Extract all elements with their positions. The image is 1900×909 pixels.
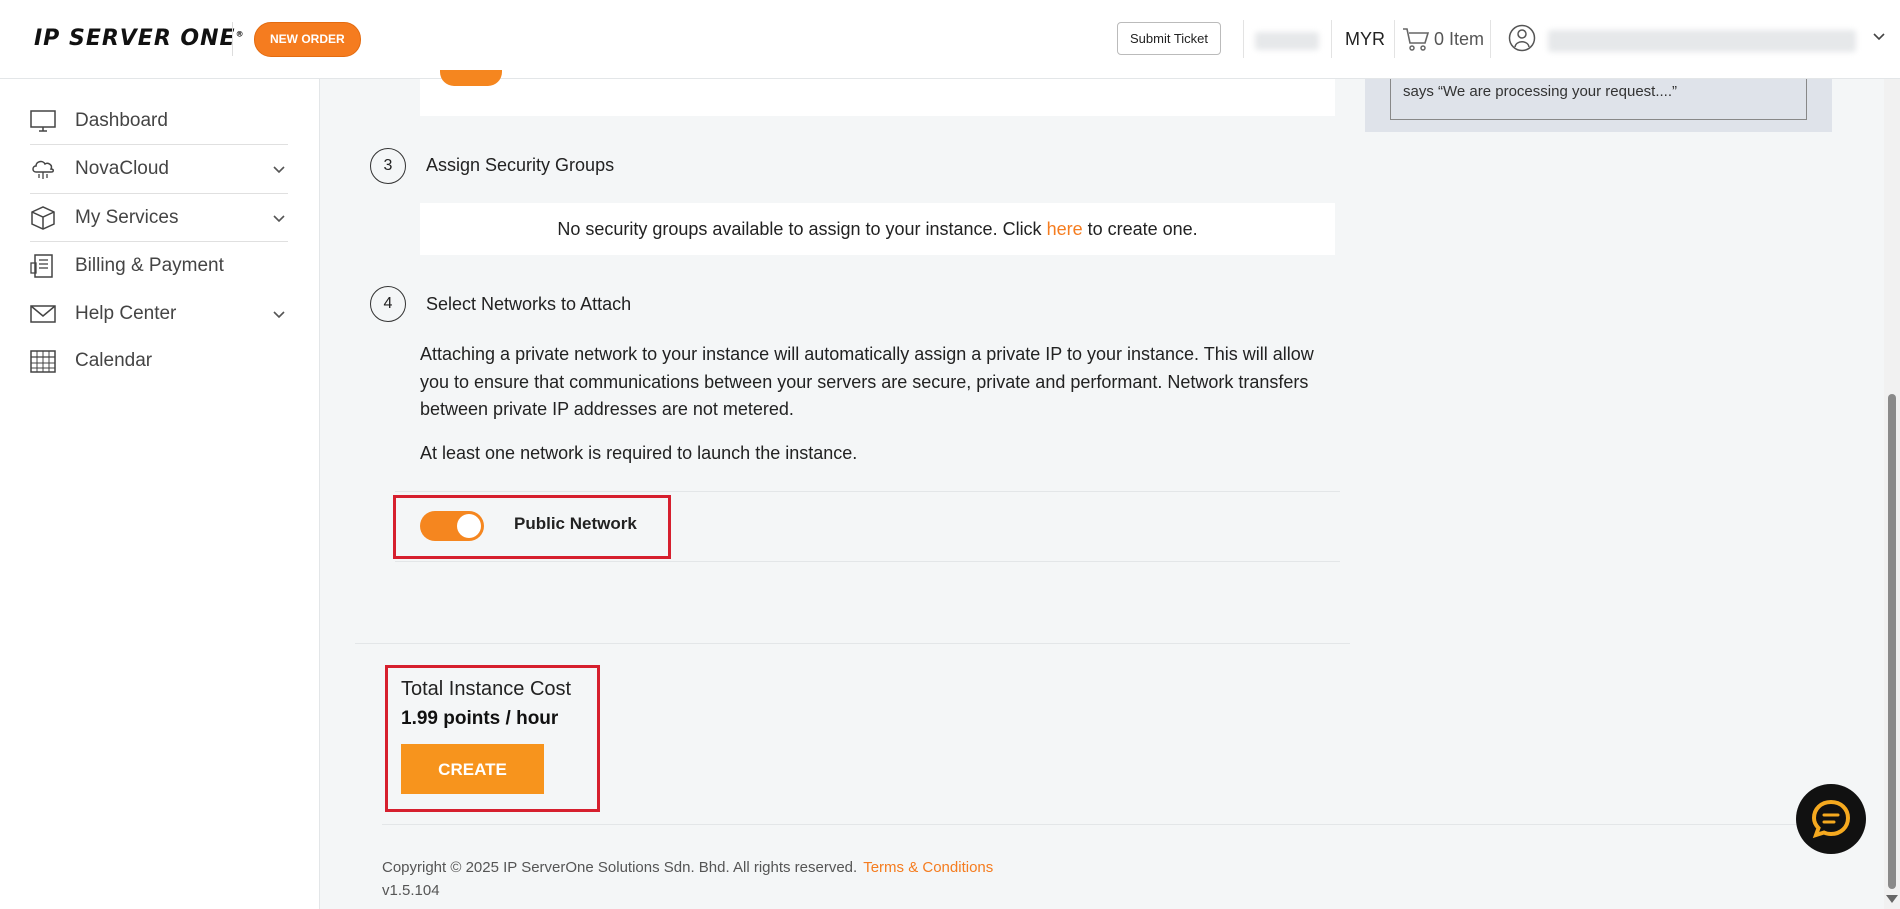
chevron-down-icon	[273, 166, 285, 174]
network-description: Attaching a private network to your inst…	[420, 344, 1314, 419]
chevron-down-icon	[273, 311, 285, 319]
highlight-box	[385, 665, 600, 812]
step-title-networks: Select Networks to Attach	[426, 294, 632, 314]
sidebar-item-label: Calendar	[75, 350, 153, 371]
brand-logo[interactable]: IP SERVER ONE®	[34, 26, 245, 51]
highlight-box	[393, 495, 671, 559]
empty-message-prefix: No security groups available to assign t…	[557, 219, 1047, 239]
flavor-card-remainder	[420, 79, 1335, 116]
monitor-icon	[30, 110, 56, 132]
security-groups-empty-card: No security groups available to assign t…	[420, 203, 1335, 255]
network-requirement: At least one network is required to laun…	[420, 443, 858, 463]
footer-copyright: Copyright © 2025 IP ServerOne Solutions …	[382, 859, 993, 876]
chevron-down-icon	[273, 215, 285, 223]
chat-button[interactable]	[1796, 784, 1866, 854]
sidebar-item-label: My Services	[75, 207, 179, 228]
calendar-icon	[30, 350, 56, 373]
divider	[355, 643, 1350, 644]
copyright-text: Copyright © 2025 IP ServerOne Solutions …	[382, 859, 858, 876]
header-divider	[1243, 20, 1244, 58]
currency-selector[interactable]: MYR	[1345, 29, 1385, 50]
footer-divider	[382, 824, 1852, 825]
sidebar-item-my-services[interactable]: My Services	[30, 194, 288, 242]
header-divider	[1394, 20, 1395, 58]
sidebar-item-label: Dashboard	[75, 110, 168, 131]
cart-button[interactable]: 0 Item	[1402, 26, 1484, 52]
envelope-icon	[30, 305, 56, 323]
sidebar-item-label: NovaCloud	[75, 158, 169, 179]
sidebar-item-billing-payment[interactable]: Billing & Payment	[30, 242, 288, 290]
step-number: 4	[370, 286, 406, 322]
divider	[395, 561, 1340, 562]
divider	[395, 491, 1340, 492]
scroll-down-arrow[interactable]	[1886, 895, 1898, 903]
create-security-group-link[interactable]: here	[1047, 219, 1083, 239]
terms-link[interactable]: Terms & Conditions	[863, 859, 993, 876]
sidebar-item-novacloud[interactable]: NovaCloud	[30, 145, 288, 193]
sidebar-item-help-center[interactable]: Help Center	[30, 290, 288, 338]
cart-count: 0 Item	[1434, 28, 1485, 49]
cart-icon	[1403, 28, 1430, 51]
scrollbar-thumb[interactable]	[1888, 394, 1896, 889]
sidebar-item-dashboard[interactable]: Dashboard	[30, 97, 288, 145]
partial-toggle[interactable]	[440, 70, 502, 86]
receipt-icon	[30, 254, 53, 278]
chat-icon	[1811, 799, 1851, 839]
cloud-icon	[32, 160, 54, 179]
step-number: 3	[370, 148, 406, 184]
status-message: says “We are processing your request....…	[1390, 79, 1807, 120]
sidebar-item-calendar[interactable]: Calendar	[30, 337, 288, 385]
step-title-security-groups: Assign Security Groups	[426, 155, 615, 175]
sidebar-item-label: Help Center	[75, 303, 177, 324]
header-divider	[1490, 20, 1491, 58]
sidebar-item-label: Billing & Payment	[75, 255, 224, 276]
header-divider	[232, 22, 233, 56]
submit-ticket-button[interactable]: Submit Ticket	[1117, 22, 1222, 55]
new-order-button[interactable]: NEW ORDER	[254, 22, 361, 57]
app-version: v1.5.104	[382, 882, 440, 899]
user-avatar-icon[interactable]	[1508, 24, 1536, 52]
top-header: IP SERVER ONE® NEW ORDER Submit Ticket M…	[0, 0, 1900, 79]
chevron-down-icon[interactable]	[1872, 29, 1886, 43]
empty-message-suffix: to create one.	[1082, 219, 1198, 239]
blurred-balance	[1255, 32, 1319, 50]
blurred-username[interactable]	[1548, 30, 1856, 52]
box-icon	[31, 206, 55, 230]
header-divider	[1331, 20, 1332, 58]
